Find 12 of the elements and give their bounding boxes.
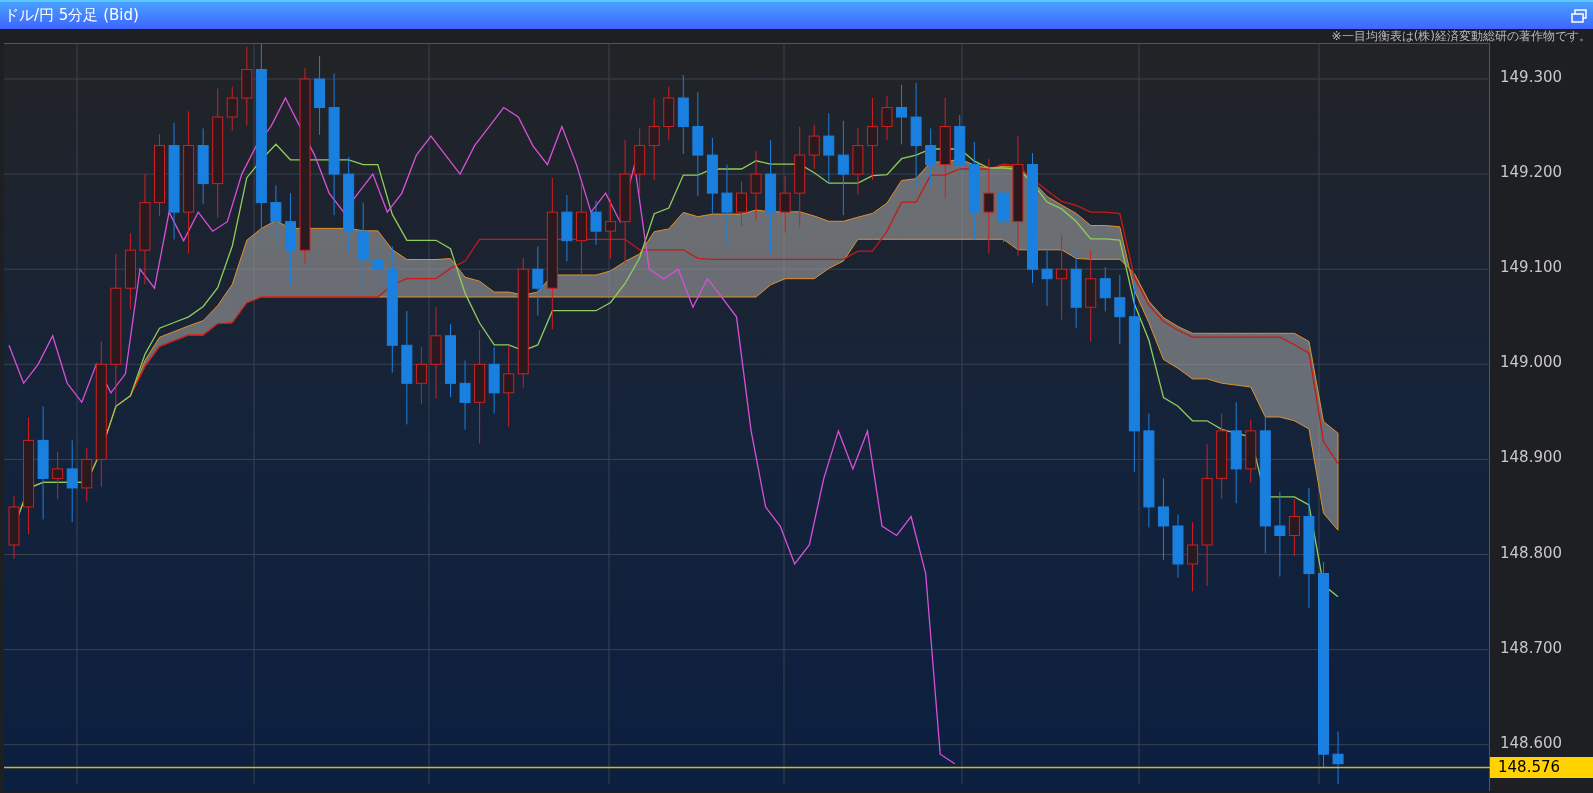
price-tick-label: 149.100 [1500, 260, 1563, 276]
price-tick-label: 148.700 [1500, 640, 1563, 656]
price-tick-label: 148.600 [1500, 735, 1563, 751]
copyright-notice: ※一目均衡表は(株)経済変動総研の著作物です。 [1331, 30, 1591, 42]
price-tick-label: 149.000 [1500, 355, 1563, 371]
current-price-label: 148.576 [1490, 756, 1593, 778]
price-tick-label: 148.900 [1500, 450, 1563, 466]
price-tick-label: 149.200 [1500, 165, 1563, 181]
price-tick-label: 148.800 [1500, 545, 1563, 561]
price-tick-label: 149.300 [1500, 70, 1563, 85]
window-title: ドル/円 5分足 (Bid) [4, 5, 139, 27]
restore-window-icon[interactable] [1571, 8, 1587, 23]
